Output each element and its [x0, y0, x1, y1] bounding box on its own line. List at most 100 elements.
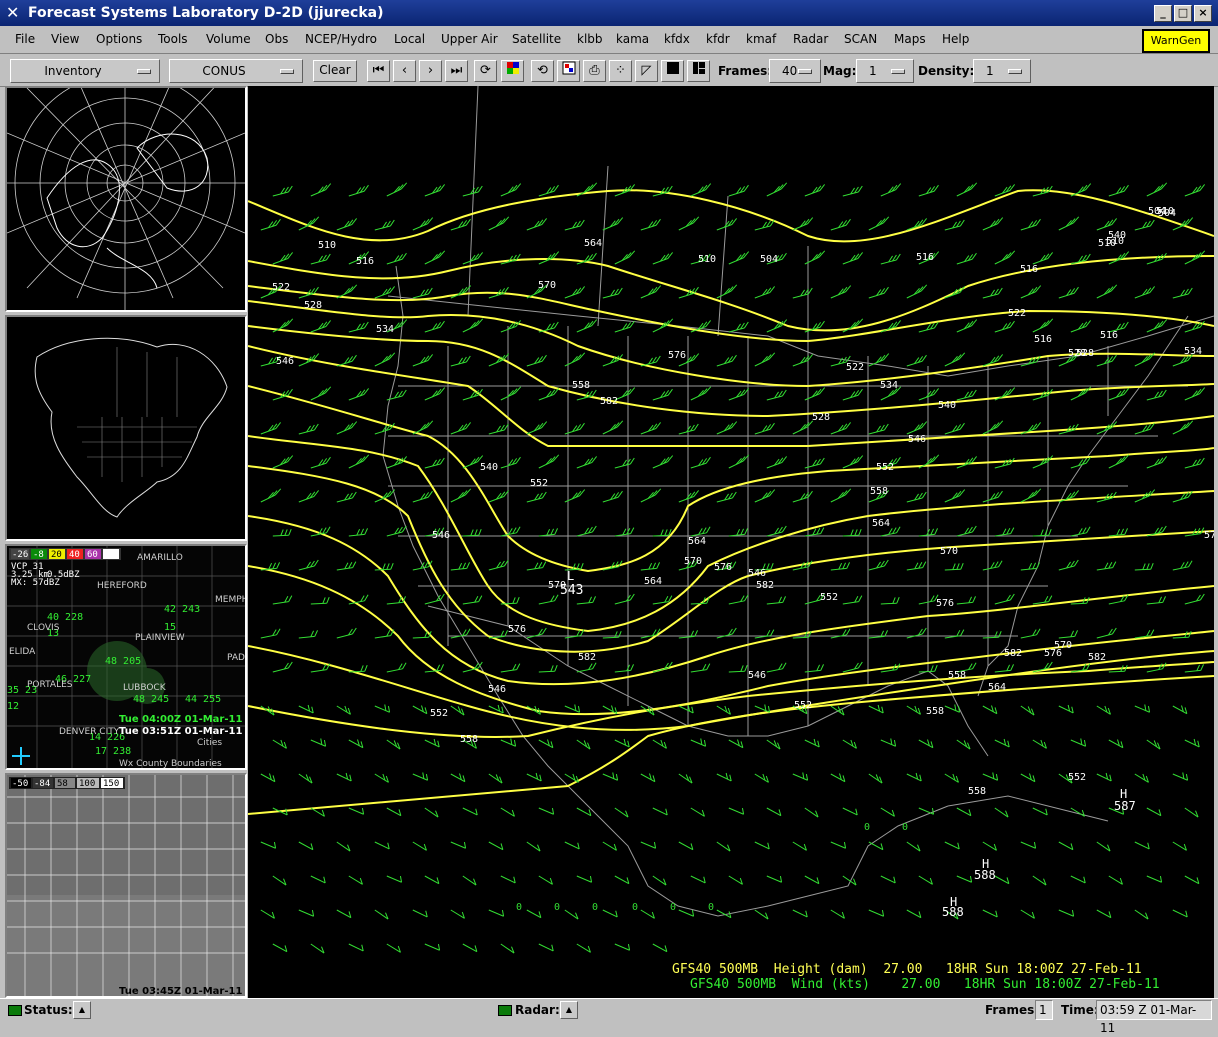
wind-barb	[1134, 773, 1149, 783]
wind-barb	[728, 528, 748, 537]
first-frame-icon[interactable]: ⏮	[367, 60, 390, 82]
wind-barb	[766, 875, 783, 883]
contour-label: 558	[948, 670, 966, 681]
refresh-icon[interactable]: ⟲	[531, 60, 554, 82]
wind-barb	[602, 420, 624, 435]
wind-barb	[1108, 184, 1129, 197]
wind-barb	[640, 562, 660, 571]
window-titlebar[interactable]: ✕ Forecast Systems Laboratory D-2D (jjur…	[0, 0, 1218, 26]
wind-barb	[906, 772, 922, 782]
wind-barb	[792, 909, 808, 918]
wind-barb	[842, 318, 864, 333]
single-panel-icon[interactable]	[661, 60, 684, 82]
menu-help[interactable]: Help	[942, 32, 969, 46]
wind-barb	[412, 490, 433, 503]
status-arrow-icon[interactable]: ▲	[73, 1001, 91, 1019]
wind-barb	[842, 388, 863, 401]
menu-kmaf[interactable]: kmaf	[746, 32, 776, 46]
density-dropdown[interactable]: 1	[973, 59, 1031, 83]
side-panel-polar[interactable]	[5, 86, 247, 312]
wind-barb	[386, 875, 403, 883]
menu-volume[interactable]: Volume	[206, 32, 251, 46]
wind-barb	[450, 562, 470, 571]
menu-file[interactable]: File	[15, 32, 35, 46]
frames-dropdown[interactable]: 40	[769, 59, 821, 83]
colormap-icon[interactable]	[501, 60, 524, 82]
wind-barb	[602, 705, 618, 715]
calm-wind-markers: 0 0 0 0 0 0 0 0	[516, 822, 908, 913]
menu-ncep-hydro[interactable]: NCEP/Hydro	[305, 32, 377, 46]
wind-barb	[944, 629, 965, 639]
contour-label: 510	[318, 240, 336, 251]
warngen-button[interactable]: WarnGen	[1142, 29, 1210, 53]
menu-local[interactable]: Local	[394, 32, 425, 46]
high-value-2: 588	[974, 868, 996, 882]
menu-scan[interactable]: SCAN	[844, 32, 877, 46]
contour-label: 534	[880, 380, 898, 391]
close-icon[interactable]: ×	[1194, 5, 1212, 22]
menu-kfdr[interactable]: kfdr	[706, 32, 730, 46]
wind-barb	[488, 216, 510, 231]
menu-klbb[interactable]: klbb	[577, 32, 603, 46]
menu-satellite[interactable]: Satellite	[512, 32, 561, 46]
sat-colorbar-4: 100	[79, 779, 95, 789]
menu-options[interactable]: Options	[96, 32, 142, 46]
contour-line	[248, 675, 1214, 815]
menu-maps[interactable]: Maps	[894, 32, 926, 46]
wind-barb	[640, 218, 661, 231]
radar-obs-12: 17 238	[95, 746, 131, 757]
mag-value: 1	[869, 64, 877, 78]
side-panel-radar[interactable]: 40 228 42 243 13 15 48 205 46 227 48 245…	[5, 544, 247, 770]
contour-label: 534	[1184, 346, 1202, 357]
wind-barb	[754, 704, 771, 713]
wind-barb	[830, 628, 851, 639]
calm-3: 0	[592, 902, 598, 913]
maximize-icon[interactable]: □	[1174, 5, 1192, 22]
window-title: Forecast Systems Laboratory D-2D (jjurec…	[28, 5, 384, 21]
image-icon[interactable]	[557, 60, 580, 82]
wind-barb	[1070, 526, 1091, 537]
menu-obs[interactable]: Obs	[265, 32, 288, 46]
wind-barb	[690, 875, 706, 884]
minimize-icon[interactable]: _	[1154, 5, 1172, 22]
wind-barb	[614, 807, 629, 818]
wind-barb	[868, 630, 888, 639]
last-frame-icon[interactable]: ⏭	[445, 60, 468, 82]
loop-icon[interactable]: ⟳	[474, 60, 497, 82]
wind-barb	[500, 253, 521, 265]
prev-frame-icon[interactable]: ‹	[393, 60, 416, 82]
side-panel-satellite[interactable]: -50 -84 58 100 150 Tue 03:45Z 01-Mar-11	[5, 773, 247, 998]
wind-barb	[956, 252, 977, 265]
wind-barb	[602, 841, 617, 851]
wind-barb	[868, 286, 889, 299]
four-panel-icon[interactable]	[687, 60, 710, 82]
menu-tools[interactable]: Tools	[158, 32, 188, 46]
frames-value: 40	[782, 64, 798, 78]
clear-button[interactable]: Clear	[313, 60, 357, 82]
time-label: Time:	[1061, 1003, 1099, 1017]
next-frame-icon[interactable]: ›	[419, 60, 442, 82]
scale-dropdown[interactable]: CONUS	[169, 59, 303, 83]
mag-dropdown[interactable]: 1	[856, 59, 914, 83]
contour-label: 546	[488, 684, 506, 695]
inventory-dropdown[interactable]: Inventory	[10, 59, 160, 83]
main-map-display[interactable]: 510 516 522 528 534 546 540 546 552 558 564 570 576 5…	[248, 86, 1214, 998]
radar-arrow-icon[interactable]: ▲	[560, 1001, 578, 1019]
wind-barb	[766, 739, 781, 750]
wind-barb	[614, 875, 630, 885]
wind-barb	[298, 490, 319, 503]
wind-barb	[830, 909, 845, 919]
contour-label: 582	[1088, 652, 1106, 663]
side-panel-north-america[interactable]	[5, 315, 247, 541]
menu-radar[interactable]: Radar	[793, 32, 828, 46]
menu-view[interactable]: View	[51, 32, 79, 46]
menu-kama[interactable]: kama	[616, 32, 649, 46]
wind-barb	[1020, 218, 1041, 231]
contour-label: 552	[430, 708, 448, 719]
print-icon[interactable]: ⎙	[583, 60, 606, 82]
contour-label: 546	[432, 530, 450, 541]
menu-kfdx[interactable]: kfdx	[664, 32, 690, 46]
points-icon[interactable]: ⁘	[609, 60, 632, 82]
baseline-icon[interactable]: ◸	[635, 60, 658, 82]
menu-upper-air[interactable]: Upper Air	[441, 32, 498, 46]
